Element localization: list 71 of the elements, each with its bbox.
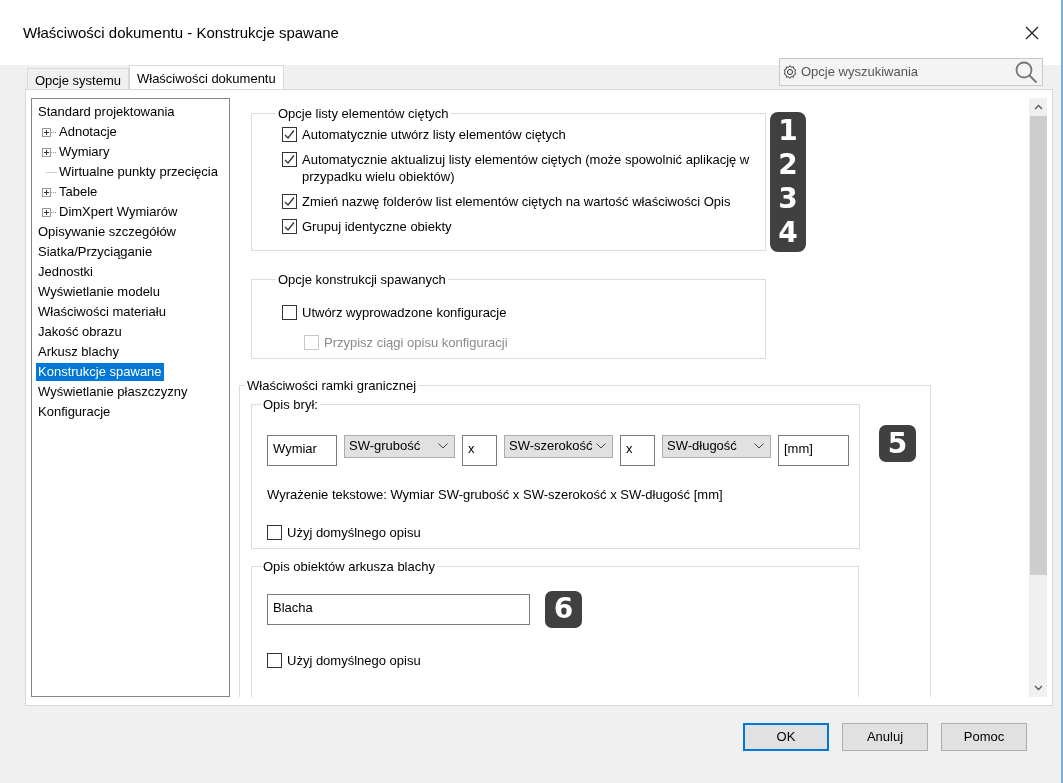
expand-plus-icon[interactable] — [42, 147, 57, 157]
tree-item[interactable]: Wymiary — [57, 143, 112, 161]
window-title: Właściwości dokumentu - Konstrukcje spawane — [23, 23, 339, 44]
checkbox-label: Użyj domyślnego opisu — [287, 651, 421, 669]
tree-item[interactable]: Konfiguracje — [36, 403, 113, 421]
tree-item[interactable]: Wirtualne punkty przecięcia — [57, 163, 220, 181]
number-marker: 5 — [879, 425, 916, 462]
tab[interactable]: Właściwości dokumentu — [129, 65, 284, 89]
group-title: Właściwości ramki granicznej — [247, 377, 417, 393]
checkbox[interactable] — [282, 218, 297, 234]
group-title: Opis brył: — [263, 397, 318, 412]
tree-item[interactable]: Jakość obrazu — [36, 323, 124, 341]
chevron-down-icon — [438, 443, 448, 449]
scrollbar-thumb[interactable] — [1029, 116, 1047, 575]
tree-item[interactable]: Siatka/Przyciąganie — [36, 243, 155, 261]
tree-item[interactable]: Adnotacje — [57, 123, 119, 141]
text-field[interactable]: Wymiar — [267, 434, 337, 466]
checkbox[interactable] — [267, 525, 282, 540]
tree-item[interactable]: Standard projektowania — [36, 103, 177, 121]
expand-plus-icon[interactable] — [42, 127, 57, 137]
search-placeholder: Opcje wyszukiwania — [801, 63, 920, 82]
tree-item[interactable]: Wyświetlanie płaszczyzny — [36, 383, 190, 401]
chevron-down-icon — [754, 443, 764, 449]
marker-number: 3 — [778, 182, 798, 216]
tree-item[interactable]: DimXpert Wymiarów — [57, 203, 180, 221]
dialog-button[interactable]: OK — [743, 723, 829, 751]
checkbox[interactable] — [282, 151, 297, 167]
settings-icon[interactable] — [782, 64, 798, 80]
scrollbar[interactable] — [1029, 98, 1047, 697]
tree-item[interactable]: Jednostki — [36, 263, 95, 281]
checkbox[interactable] — [267, 652, 282, 668]
close-icon[interactable] — [1025, 25, 1039, 40]
group-title: Opcje listy elementów ciętych — [278, 106, 449, 121]
dropdown[interactable]: SW-szerokość — [504, 434, 613, 458]
group-title: Opis obiektów arkusza blachy — [263, 559, 435, 574]
checkbox[interactable] — [282, 193, 297, 209]
expand-plus-icon[interactable] — [42, 207, 57, 217]
tree-item[interactable]: Wyświetlanie modelu — [36, 283, 162, 301]
expression-text: Wyrażenie tekstowe: Wymiar SW-grubość x SW-szerokość x SW-długość [mm] — [267, 485, 724, 504]
checkbox[interactable] — [282, 126, 297, 142]
marker-number: 2 — [778, 148, 798, 182]
number-marker: 6 — [545, 590, 582, 628]
text-field[interactable]: Blacha — [267, 593, 530, 625]
tab[interactable]: Opcje systemu — [27, 68, 129, 89]
marker-number: 4 — [778, 216, 798, 250]
marker-number: 1 — [778, 114, 798, 148]
checkbox-label: Użyj domyślnego opisu — [287, 524, 421, 541]
tree-item[interactable]: Konstrukcje spawane — [36, 363, 164, 381]
tree-item[interactable]: Arkusz blachy — [36, 343, 121, 361]
checkbox-label: Automatycznie aktualizuj listy elementów ciętych (może spowolnić aplikację w przypadku wielu obiektów) — [302, 150, 751, 185]
text-field[interactable]: x — [462, 434, 497, 466]
dropdown[interactable]: SW-grubość — [344, 434, 455, 458]
search-icon[interactable] — [1014, 60, 1038, 84]
chevron-down-icon — [596, 443, 606, 449]
group-title: Opcje konstrukcji spawanych — [278, 272, 446, 287]
dropdown[interactable]: SW-długość — [662, 434, 771, 458]
search-field[interactable]: Opcje wyszukiwania — [779, 58, 1043, 86]
text-field[interactable]: [mm] — [778, 434, 849, 466]
checkbox-label: Utwórz wyprowadzone konfiguracje — [302, 303, 507, 321]
dialog-button[interactable]: Pomoc — [941, 723, 1027, 751]
expand-plus-icon[interactable] — [42, 187, 57, 197]
dialog-button[interactable]: Anuluj — [842, 723, 928, 751]
tree-item[interactable]: Tabele — [57, 183, 100, 201]
text-field[interactable]: x — [620, 434, 655, 466]
tree-item[interactable]: Właściwości materiału — [36, 303, 168, 321]
checkbox-label: Grupuj identyczne obiekty — [302, 217, 452, 235]
tree-item[interactable]: Opisywanie szczegółów — [36, 223, 178, 241]
checkbox-label: Przypisz ciągi opisu konfiguracji — [324, 333, 508, 351]
checkbox-label: Zmień nazwę folderów list elementów ciętych na wartość właściwości Opis — [302, 192, 731, 210]
checkbox-label: Automatycznie utwórz listy elementów ciętych — [302, 125, 566, 143]
checkbox[interactable] — [282, 304, 297, 320]
